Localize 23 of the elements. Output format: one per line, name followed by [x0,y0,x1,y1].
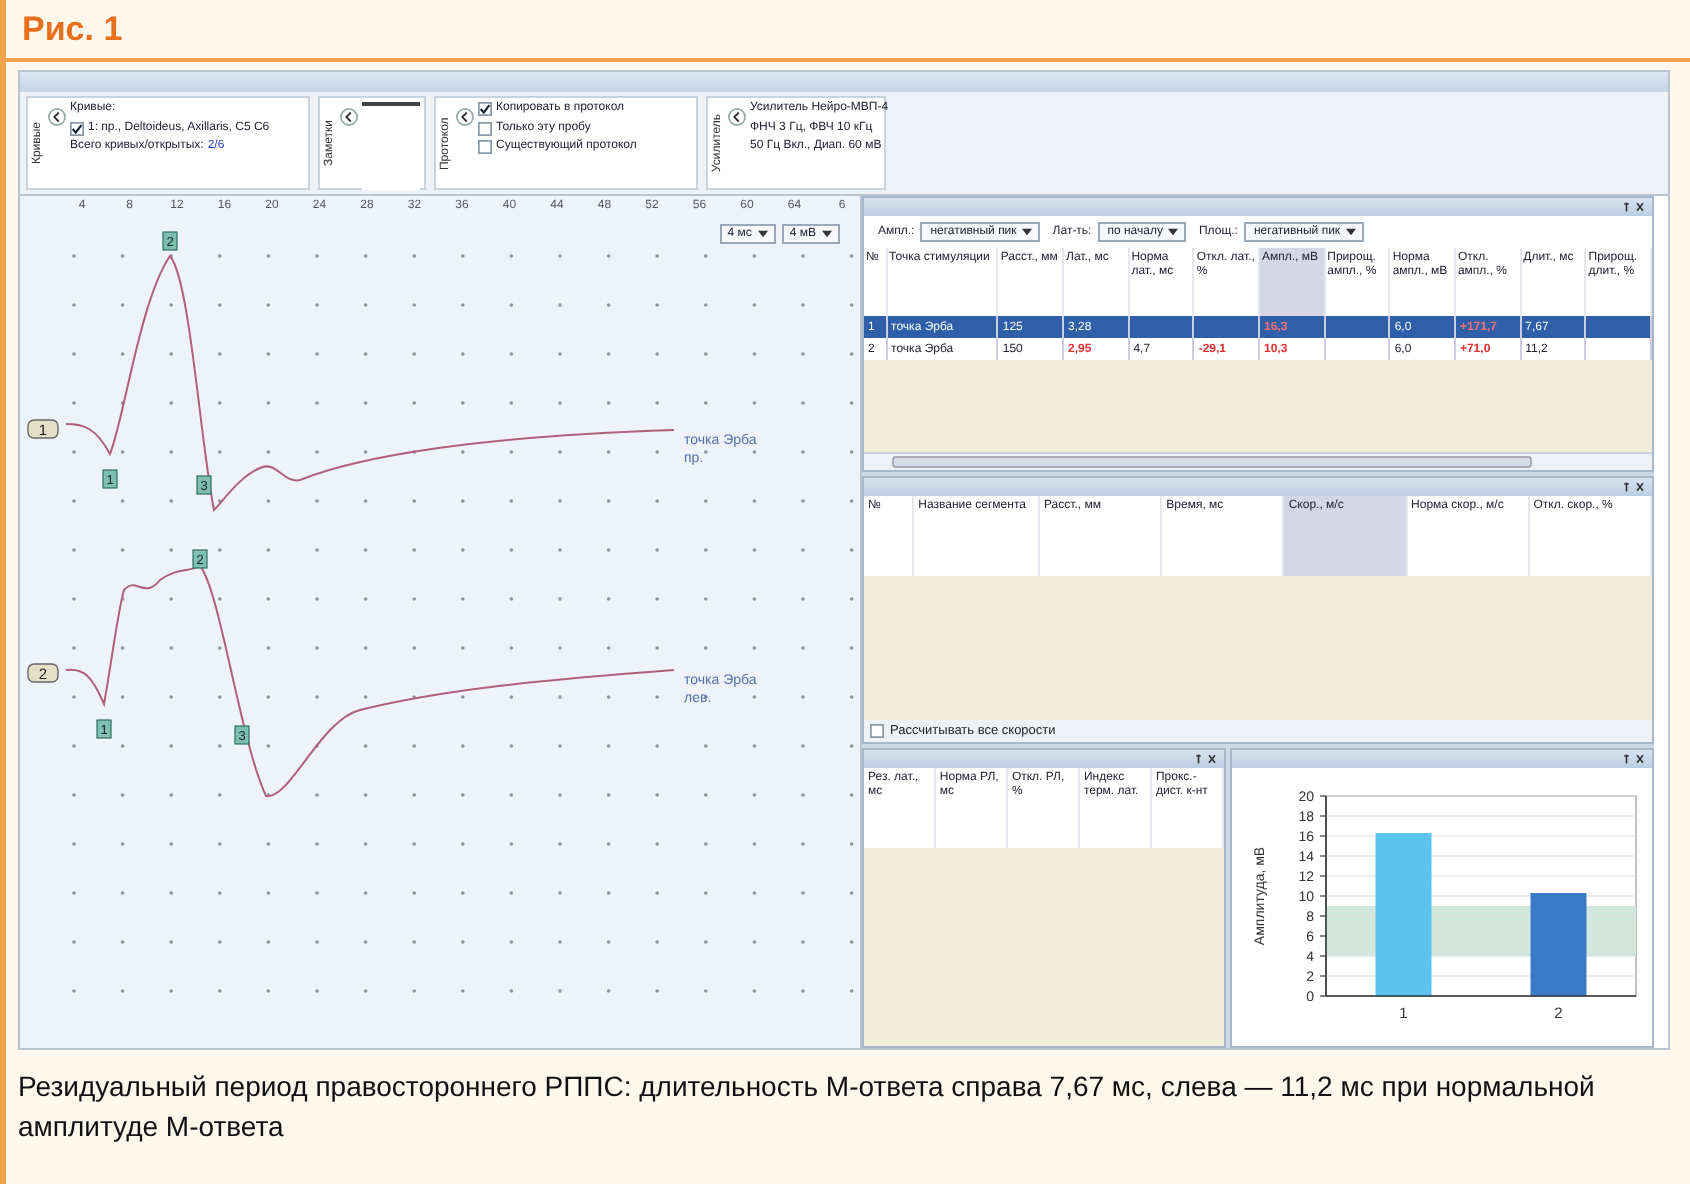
horizontal-scrollbar[interactable] [864,452,1652,470]
chevron-left-icon[interactable] [456,108,474,126]
pin-close-icon[interactable] [1622,480,1646,494]
figure-caption: Резидуальный период правостороннего РППС: длительность М-ответа справа 7,67 мс, слева — 11,2 мс при нормальной амплитуде М-ответа [16,1068,1597,1147]
bar [1530,893,1587,996]
caret-icon [822,230,832,238]
chevron-left-icon[interactable] [340,108,358,126]
figure-label: Рис. 1 [6,0,1690,62]
checkbox[interactable] [478,102,492,117]
checkbox[interactable] [70,121,84,136]
pin-close-icon[interactable] [1622,200,1646,214]
caret-icon [1168,228,1179,236]
caret-icon [1346,228,1357,236]
checkbox[interactable] [478,140,492,155]
chevron-left-icon[interactable] [48,108,66,126]
pin-close-icon[interactable] [1194,752,1218,766]
chevron-left-icon[interactable] [728,108,746,126]
checkbox[interactable] [870,724,884,738]
checkbox[interactable] [478,121,492,136]
caret-icon [757,230,768,238]
pin-close-icon[interactable] [1622,752,1646,766]
notes-field[interactable] [362,102,420,190]
caret-icon [1022,228,1033,236]
